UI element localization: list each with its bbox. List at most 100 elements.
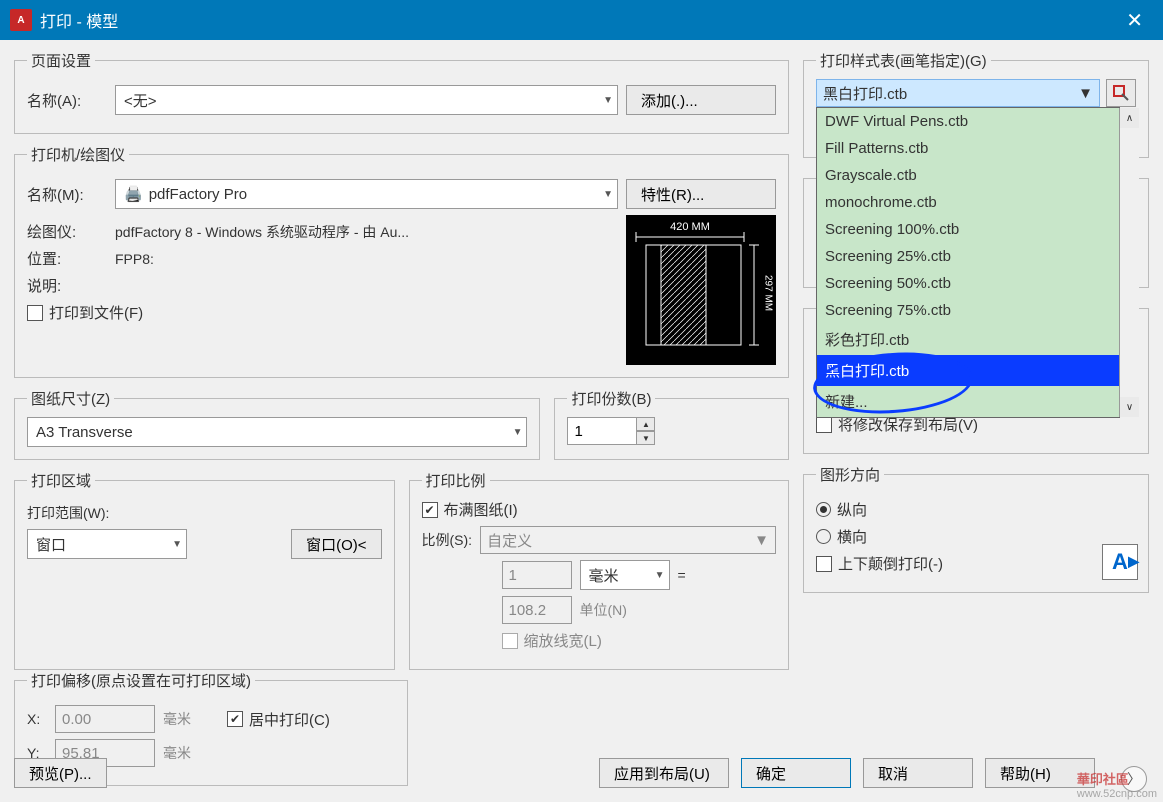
app-icon: A	[10, 9, 32, 31]
plot-style-item[interactable]: Screening 50%.ctb	[817, 270, 1119, 297]
scale-label: 比例(S):	[422, 530, 473, 550]
scale-lw-label: 缩放线宽(L)	[524, 630, 602, 651]
what-to-plot-value: 窗口	[36, 534, 66, 555]
titlebar: A 打印 - 模型 ✕	[0, 0, 1163, 40]
paper-size-combo[interactable]: A3 Transverse ▼	[27, 417, 527, 447]
center-plot-checkbox[interactable]: ✔居中打印(C)	[227, 709, 330, 730]
spin-down[interactable]: ▼	[637, 431, 655, 445]
scale-combo: 自定义 ▼	[480, 526, 776, 554]
paper-size-group: 图纸尺寸(Z) A3 Transverse ▼	[14, 388, 540, 460]
scale-lineweights-checkbox: 缩放线宽(L)	[502, 630, 602, 651]
spin-up[interactable]: ▲	[637, 417, 655, 431]
scale-units-input	[502, 596, 572, 624]
where-label: 位置:	[27, 248, 107, 269]
landscape-radio[interactable]: 横向	[816, 526, 867, 547]
printer-name-label: 名称(M):	[27, 184, 107, 205]
paper-preview: 420 MM 297 MM	[626, 215, 776, 365]
orientation-legend: 图形方向	[816, 464, 884, 485]
equals-label: =	[678, 567, 686, 583]
paper-size-legend: 图纸尺寸(Z)	[27, 388, 114, 409]
scale-value: 自定义	[487, 530, 532, 551]
plot-style-item[interactable]: 彩色打印.ctb	[817, 324, 1119, 355]
page-setup-group: 页面设置 名称(A): <无> ▼ 添加(.)...	[14, 50, 789, 134]
chevron-down-icon: ▼	[1078, 85, 1093, 102]
chevron-down-icon: ▼	[603, 95, 613, 106]
plot-scale-legend: 打印比例	[422, 470, 490, 491]
svg-text:297 MM: 297 MM	[763, 275, 774, 311]
paper-size-value: A3 Transverse	[36, 424, 133, 441]
plot-style-item[interactable]: DWF Virtual Pens.ctb	[817, 108, 1119, 135]
upside-down-checkbox[interactable]: 上下颠倒打印(-)	[816, 553, 943, 574]
where-value: FPP8:	[115, 251, 154, 267]
page-setup-name-combo[interactable]: <无> ▼	[115, 85, 618, 115]
scale-mm-input	[502, 561, 572, 589]
plot-style-combo[interactable]: 黑白打印.ctb ▼	[816, 79, 1100, 107]
plotter-label: 绘图仪:	[27, 221, 107, 242]
apply-to-layout-button[interactable]: 应用到布局(U)	[599, 758, 729, 788]
scroll-down-icon[interactable]: ∨	[1120, 397, 1139, 417]
add-page-setup-button[interactable]: 添加(.)...	[626, 85, 776, 115]
what-to-plot-combo[interactable]: 窗口 ▼	[27, 529, 187, 559]
orientation-group: 图形方向 纵向 横向 上下颠倒打印(-) A▶	[803, 464, 1149, 593]
plot-to-file-checkbox[interactable]: 打印到文件(F)	[27, 302, 143, 323]
chevron-down-icon: ▼	[603, 189, 613, 200]
scale-unit-combo[interactable]: 毫米 ▼	[580, 560, 670, 590]
what-to-plot-label: 打印范围(W):	[27, 503, 382, 523]
plot-style-item[interactable]: Screening 75%.ctb	[817, 297, 1119, 324]
svg-text:420 MM: 420 MM	[670, 221, 710, 233]
fit-to-paper-checkbox[interactable]: ✔布满图纸(I)	[422, 499, 518, 520]
chevron-down-icon: ▼	[754, 532, 769, 549]
center-plot-label: 居中打印(C)	[249, 709, 330, 730]
copies-legend: 打印份数(B)	[567, 388, 655, 409]
page-setup-name-label: 名称(A):	[27, 90, 107, 111]
chevron-down-icon: ▼	[655, 570, 665, 581]
offset-x-unit: 毫米	[163, 709, 191, 729]
plot-style-item[interactable]: monochrome.ctb	[817, 189, 1119, 216]
scale-unit-value: 毫米	[589, 565, 619, 586]
plot-style-item[interactable]: Grayscale.ctb	[817, 162, 1119, 189]
copies-input[interactable]	[567, 417, 637, 445]
plot-style-legend: 打印样式表(画笔指定)(G)	[816, 50, 991, 71]
plot-style-item[interactable]: Screening 100%.ctb	[817, 216, 1119, 243]
plot-style-item-selected[interactable]: 黑白打印.ctb	[817, 355, 1119, 386]
help-button[interactable]: 帮助(H)	[985, 758, 1095, 788]
plot-area-legend: 打印区域	[27, 470, 95, 491]
window-select-button[interactable]: 窗口(O)<	[291, 529, 381, 559]
plot-style-value: 黑白打印.ctb	[823, 83, 907, 104]
plotter-value: pdfFactory 8 - Windows 系统驱动程序 - 由 Au...	[115, 222, 409, 242]
desc-label: 说明:	[27, 275, 107, 296]
plot-style-item[interactable]: 新建...	[817, 386, 1119, 417]
plot-to-file-label: 打印到文件(F)	[49, 302, 143, 323]
printer-icon: 🖨️	[124, 185, 143, 203]
scale-units-label: 单位(N)	[580, 600, 627, 620]
preview-button[interactable]: 预览(P)...	[14, 758, 107, 788]
close-button[interactable]: ✕	[1116, 8, 1153, 33]
printer-props-button[interactable]: 特性(R)...	[626, 179, 776, 209]
expand-dialog-button[interactable]: 〉	[1121, 766, 1147, 792]
ok-button[interactable]: 确定	[741, 758, 851, 788]
plot-scale-group: 打印比例 ✔布满图纸(I) 比例(S): 自定义 ▼	[409, 470, 790, 670]
portrait-radio[interactable]: 纵向	[816, 499, 867, 520]
chevron-down-icon: ▼	[172, 539, 182, 550]
plot-style-item[interactable]: Screening 25%.ctb	[817, 243, 1119, 270]
offset-x-label: X:	[27, 711, 47, 727]
plot-offset-legend: 打印偏移(原点设置在可打印区域)	[27, 670, 255, 691]
plot-style-group: 打印样式表(画笔指定)(G) 黑白打印.ctb ▼ DWF Virtual Pe…	[803, 50, 1149, 158]
page-setup-legend: 页面设置	[27, 50, 95, 71]
printer-group: 打印机/绘图仪 名称(M): 🖨️ pdfFactory Pro ▼ 特性(R)…	[14, 144, 789, 378]
scroll-up-icon[interactable]: ∧	[1120, 108, 1139, 128]
plot-area-group: 打印区域 打印范围(W): 窗口 ▼ 窗口(O)<	[14, 470, 395, 670]
edit-plot-style-button[interactable]	[1106, 79, 1136, 107]
plot-style-dropdown[interactable]: DWF Virtual Pens.ctb Fill Patterns.ctb G…	[816, 107, 1120, 418]
orientation-preview-icon: A▶	[1102, 544, 1138, 580]
plot-style-item[interactable]: Fill Patterns.ctb	[817, 135, 1119, 162]
offset-x-input	[55, 705, 155, 733]
dropdown-scrollbar[interactable]: ∧ ∨	[1119, 108, 1139, 417]
copies-spinner[interactable]: ▲▼	[567, 417, 776, 445]
fit-to-paper-label: 布满图纸(I)	[444, 499, 518, 520]
chevron-down-icon: ▼	[513, 427, 523, 438]
printer-name-combo[interactable]: 🖨️ pdfFactory Pro ▼	[115, 179, 618, 209]
printer-name-value: pdfFactory Pro	[149, 186, 247, 203]
printer-legend: 打印机/绘图仪	[27, 144, 129, 165]
cancel-button[interactable]: 取消	[863, 758, 973, 788]
